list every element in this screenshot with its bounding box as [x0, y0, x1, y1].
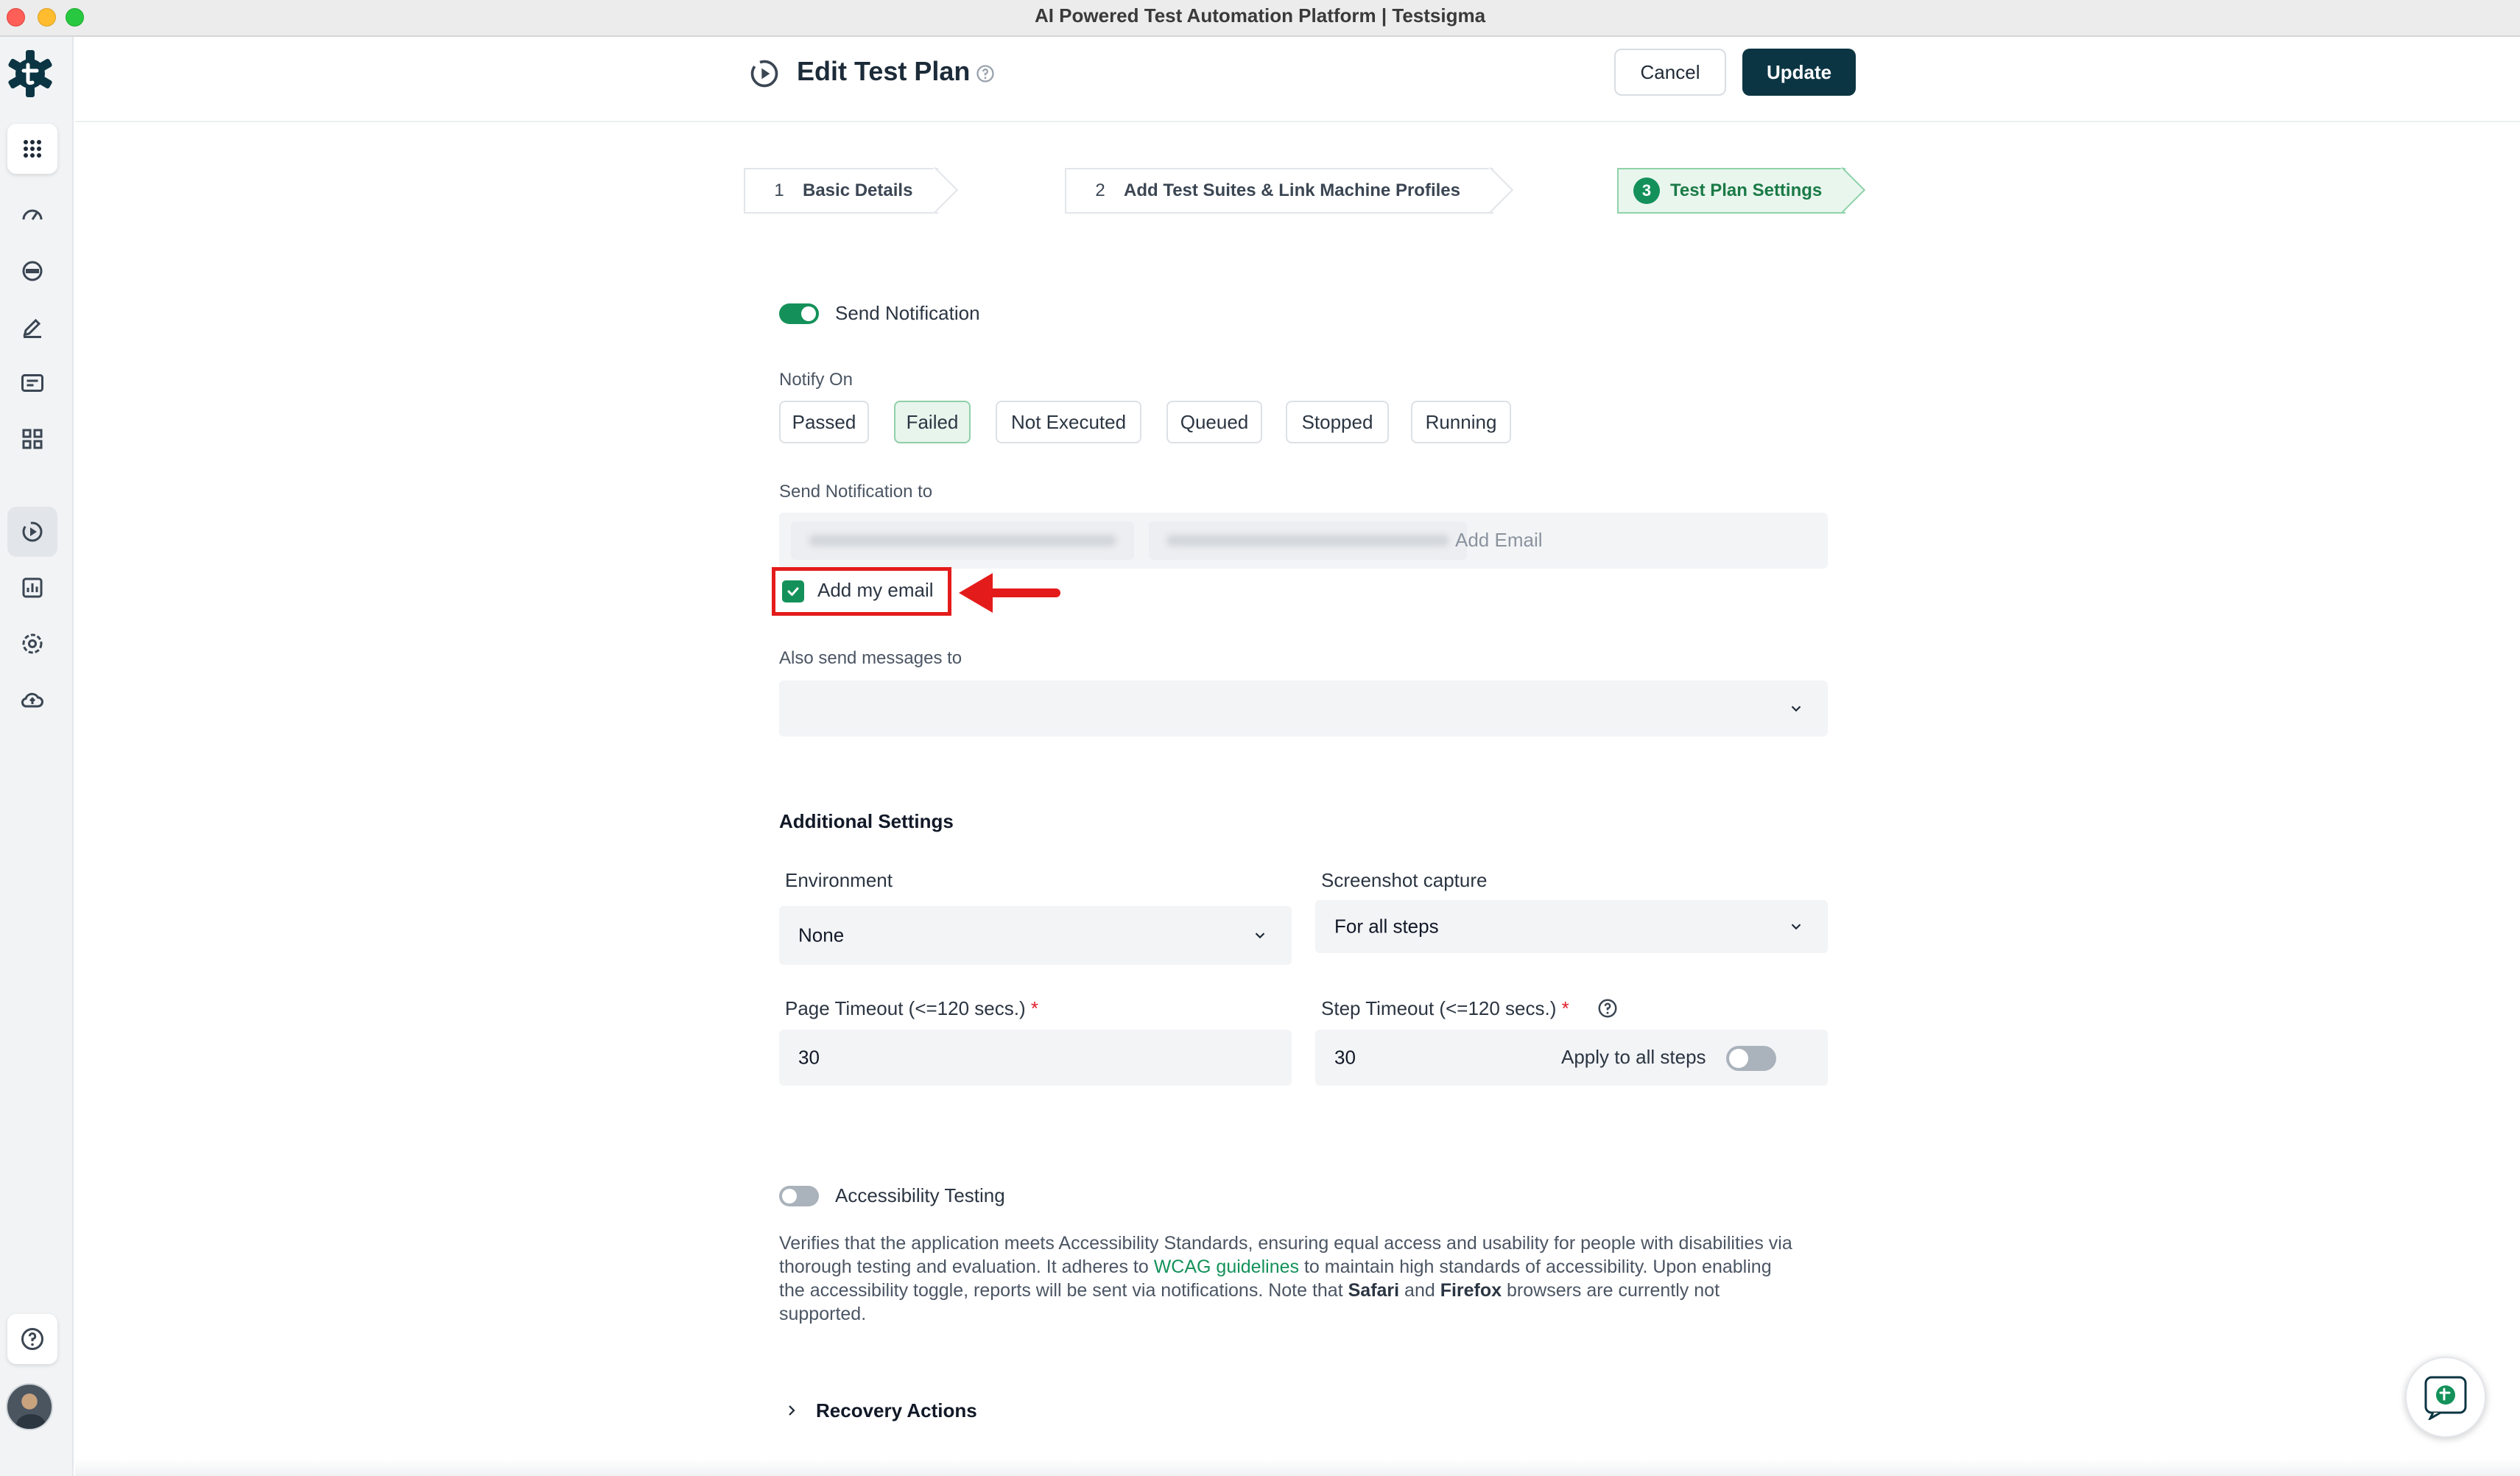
test-plan-icon	[750, 60, 778, 88]
testsigma-chat-icon	[2424, 1376, 2467, 1420]
add-my-email-checkbox[interactable]	[782, 580, 804, 602]
send-notification-label: Send Notification	[835, 302, 980, 324]
add-my-email-label[interactable]: Add my email	[817, 579, 934, 602]
step-number: 2	[1095, 180, 1105, 200]
annotation-arrow-icon	[959, 573, 1060, 613]
step-label: Test Plan Settings	[1670, 180, 1823, 200]
step-number: 3	[1633, 178, 1660, 204]
notify-on-label: Notify On	[779, 370, 854, 390]
user-avatar[interactable]	[6, 1383, 53, 1430]
also-send-messages-label: Also send messages to	[779, 648, 962, 668]
wcag-guidelines-link[interactable]: WCAG guidelines	[1154, 1257, 1299, 1277]
dashboard-icon	[22, 209, 43, 220]
app-grid-button[interactable]	[7, 124, 57, 174]
page-title: Edit Test Plan	[797, 56, 971, 86]
accessibility-testing-toggle[interactable]	[779, 1186, 819, 1206]
reports-icon	[22, 577, 43, 598]
cloud-icon	[21, 692, 43, 708]
accessibility-testing-label: Accessibility Testing	[835, 1184, 1005, 1206]
test-plans-nav-button[interactable]	[7, 507, 57, 557]
settings-icon	[22, 633, 43, 654]
notify-running-chip[interactable]: Running	[1411, 401, 1511, 443]
testsigma-logo-icon[interactable]	[6, 46, 54, 102]
step-add-test-suites[interactable]: 2 Add Test Suites & Link Machine Profile…	[1065, 168, 1493, 214]
help-icon	[21, 1328, 43, 1350]
environment-select[interactable]: None	[779, 906, 1292, 965]
additional-settings-title: Additional Settings	[779, 810, 954, 832]
step-number: 1	[774, 180, 784, 200]
chevron-down-icon	[1791, 706, 1801, 712]
uploads-nav-button[interactable]	[7, 675, 57, 725]
notify-passed-chip[interactable]: Passed	[779, 401, 869, 443]
send-notification-toggle[interactable]	[779, 303, 819, 324]
test-plan-icon	[22, 521, 43, 542]
email-chip-redacted[interactable]	[1149, 521, 1467, 560]
screenshot-capture-select[interactable]: For all steps	[1315, 900, 1828, 953]
chevron-right-icon	[789, 1405, 795, 1416]
also-send-messages-select[interactable]	[779, 681, 1828, 737]
app-grid-icon	[24, 140, 41, 158]
apply-to-all-steps-toggle[interactable]	[1726, 1046, 1776, 1071]
window-titlebar: AI Powered Test Automation Platform | Te…	[0, 0, 2520, 37]
edit-icon	[23, 318, 41, 338]
chevron-down-icon	[1791, 924, 1801, 930]
notify-not-executed-chip[interactable]: Not Executed	[996, 401, 1141, 443]
window-title: AI Powered Test Automation Platform | Te…	[1034, 4, 1486, 27]
blocks-icon	[22, 429, 43, 449]
update-button[interactable]: Update	[1742, 49, 1856, 96]
settings-nav-button[interactable]	[7, 619, 57, 669]
help-icon[interactable]	[975, 63, 996, 84]
send-notification-to-label: Send Notification to	[779, 482, 933, 502]
agent-icon	[22, 261, 43, 281]
accessibility-description: Verifies that the application meets Acce…	[779, 1233, 1792, 1324]
page-header: Edit Test Plan Cancel Update	[75, 37, 2520, 122]
chevron-down-icon	[1255, 932, 1265, 939]
suites-nav-button[interactable]	[7, 414, 57, 464]
step-timeout-label: Step Timeout (<=120 secs.) *	[1321, 997, 1569, 1019]
page-bottom-edge	[75, 1458, 2520, 1476]
left-navigation-rail	[0, 37, 74, 1476]
email-chip-redacted[interactable]	[791, 521, 1134, 560]
step-basic-details[interactable]: 1 Basic Details	[744, 168, 938, 214]
recovery-actions-expander[interactable]: Recovery Actions	[785, 1399, 977, 1422]
screenshot-capture-label: Screenshot capture	[1321, 869, 1488, 891]
test-data-nav-button[interactable]	[7, 358, 57, 408]
apply-to-all-steps-label: Apply to all steps	[1561, 1046, 1706, 1068]
help-button[interactable]	[7, 1314, 57, 1364]
add-email-placeholder[interactable]: Add Email	[1455, 529, 1543, 552]
notify-failed-chip[interactable]: Failed	[894, 401, 971, 443]
notify-queued-chip[interactable]: Queued	[1166, 401, 1262, 443]
notify-stopped-chip[interactable]: Stopped	[1286, 401, 1389, 443]
cancel-button[interactable]: Cancel	[1614, 49, 1726, 96]
help-icon[interactable]	[1597, 997, 1619, 1019]
email-recipients-field[interactable]	[779, 513, 1828, 569]
agents-nav-button[interactable]	[7, 246, 57, 296]
step-label: Basic Details	[803, 180, 913, 200]
assistant-chat-button[interactable]	[2405, 1357, 2486, 1438]
test-cases-nav-button[interactable]	[7, 302, 57, 352]
page-timeout-input[interactable]: 30	[779, 1030, 1292, 1086]
checkmark-icon	[787, 587, 799, 596]
step-test-plan-settings[interactable]: 3 Test Plan Settings	[1617, 168, 1845, 214]
folder-icon	[21, 374, 43, 392]
reports-nav-button[interactable]	[7, 563, 57, 613]
step-label: Add Test Suites & Link Machine Profiles	[1124, 180, 1460, 200]
dashboard-nav-button[interactable]	[7, 190, 57, 240]
page-timeout-label: Page Timeout (<=120 secs.) *	[785, 997, 1038, 1019]
environment-label: Environment	[785, 869, 893, 891]
